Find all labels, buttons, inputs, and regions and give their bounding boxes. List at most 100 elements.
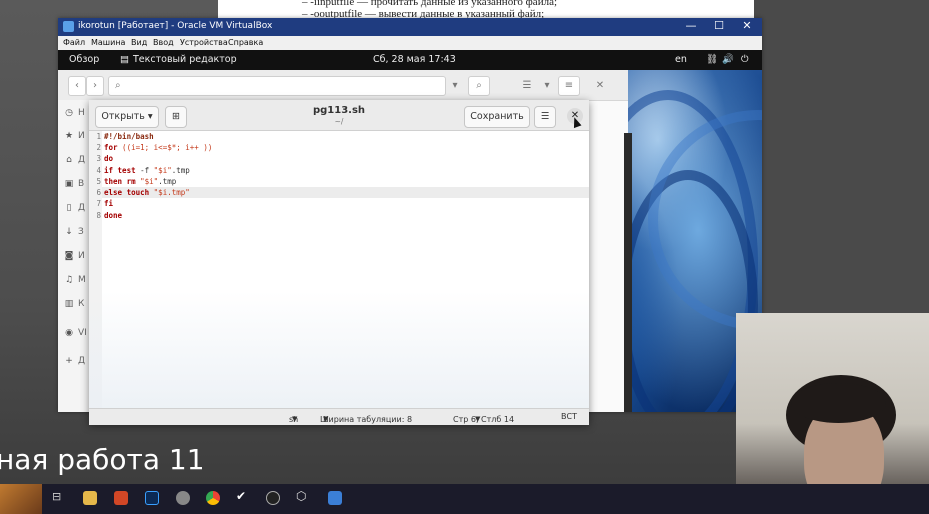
virtualbox-taskbar-icon[interactable] <box>328 491 342 505</box>
code-line: fi <box>104 199 114 208</box>
plus-icon: + <box>65 356 73 366</box>
home-icon: ⌂ <box>66 155 72 165</box>
check-app-icon[interactable]: ✔ <box>236 489 250 503</box>
music-icon: ♫ <box>64 275 74 285</box>
open-button[interactable]: Открыть ▾ <box>95 106 159 128</box>
chevron-down-icon: ▼ <box>323 415 329 423</box>
vbox-titlebar[interactable]: ikorotun [Работает] - Oracle VM VirtualB… <box>58 18 762 36</box>
sidebar-item-starred[interactable]: ★ И <box>64 131 92 147</box>
text-editor-app-icon: ▤ <box>120 54 129 65</box>
folder-icon[interactable] <box>83 491 97 505</box>
menu-machine[interactable]: Машина <box>91 38 125 47</box>
chevron-down-icon: ▾ <box>147 111 153 122</box>
new-tab-button[interactable]: ⊞ <box>165 106 187 128</box>
app-icon[interactable] <box>176 491 190 505</box>
video-icon: ▣ <box>64 179 74 189</box>
sidebar-item-disk[interactable]: ◉ VI <box>64 328 92 344</box>
task-view-icon[interactable]: ⊟ <box>52 490 66 504</box>
sidebar-item-documents[interactable]: ▯ Д <box>64 203 92 219</box>
code-line: then rm "$i".tmp <box>104 177 177 186</box>
code-editor[interactable]: 1 2 3 4 5 6 7 8 #!/bin/bash for ((i=1; i… <box>89 131 589 409</box>
files-headerbar: ‹ › ⌕ ▾ ⌕ ☰ ▾ ≡ ✕ <box>58 70 628 101</box>
code-line: for ((i=1; i<=$*; i++ )) <box>104 143 213 152</box>
star-icon: ★ <box>64 131 74 141</box>
list-view-icon[interactable]: ☰ <box>518 76 536 96</box>
sidebar-item-pictures[interactable]: ◙ И <box>64 251 92 267</box>
back-button[interactable]: ‹ <box>68 76 86 96</box>
line-number: 7 <box>96 199 101 208</box>
3d-app-icon[interactable]: ⬡ <box>296 489 310 503</box>
virtualbox-icon <box>63 21 74 32</box>
gedit-window: Открыть ▾ ⊞ pg113.sh ~/ Сохранить ☰ ✕ 1 … <box>89 100 589 425</box>
clock[interactable]: Сб, 28 мая 17:43 <box>373 54 456 65</box>
files-sidebar: ◷ Н ★ И ⌂ Д ▣ В ▯ Д ↓ З ◙ И ♫ М ▥ К ◉ VI + Д <box>58 100 92 412</box>
vbox-menubar: Файл Машина Вид Ввод Устройства Справка <box>58 36 762 50</box>
document-path: ~/ <box>334 117 344 126</box>
sidebar-item-recent[interactable]: ◷ Н <box>64 108 92 124</box>
chrome-icon[interactable] <box>206 491 220 505</box>
trash-icon: ▥ <box>64 299 74 309</box>
search-icon: ⌕ <box>115 80 121 91</box>
app-menu-label[interactable]: Текстовый редактор <box>133 54 237 65</box>
sidebar-item-trash[interactable]: ▥ К <box>64 299 92 315</box>
sidebar-item-music[interactable]: ♫ М <box>64 275 92 291</box>
line-number: 1 <box>96 132 101 141</box>
power-icon[interactable]: ⏻ <box>741 54 749 65</box>
lab-caption: ная работа 11 <box>0 443 205 476</box>
obs-icon[interactable] <box>266 491 280 505</box>
view-options-icon[interactable]: ▾ <box>538 76 556 96</box>
sidebar-item-home[interactable]: ⌂ Д <box>64 155 92 171</box>
wallpaper-thumbnail <box>0 484 42 514</box>
chevron-down-icon: ▼ <box>292 415 298 423</box>
network-icon[interactable]: ⛓ <box>706 54 718 65</box>
line-number: 8 <box>96 211 101 220</box>
save-button[interactable]: Сохранить <box>464 106 530 128</box>
code-line: if test -f "$i".tmp <box>104 166 190 175</box>
clock-icon: ◷ <box>65 108 73 118</box>
hamburger-menu-button[interactable]: ☰ <box>534 106 556 128</box>
menu-devices[interactable]: Устройства <box>180 38 228 47</box>
photoshop-icon[interactable] <box>145 491 159 505</box>
sidebar-item-other[interactable]: + Д <box>64 356 92 372</box>
vbox-window-title: ikorotun [Работает] - Oracle VM VirtualB… <box>78 21 273 31</box>
disk-icon: ◉ <box>65 328 73 338</box>
maximize-button[interactable]: ☐ <box>705 19 733 32</box>
line-number: 5 <box>96 177 101 186</box>
menu-view[interactable]: Вид <box>131 38 147 47</box>
sidebar-item-video[interactable]: ▣ В <box>64 179 92 195</box>
insert-mode[interactable]: ВСТ <box>561 412 577 421</box>
volume-icon[interactable]: 🔊 <box>722 54 734 65</box>
host-side-panel <box>754 0 929 318</box>
dropdown-icon[interactable]: ▾ <box>444 76 466 96</box>
search-button[interactable]: ⌕ <box>468 76 490 96</box>
menu-icon[interactable]: ≡ <box>558 76 580 96</box>
powerpoint-icon[interactable] <box>114 491 128 505</box>
editor-shadow <box>89 291 589 409</box>
minimize-button[interactable]: — <box>677 19 705 32</box>
code-line: done <box>104 211 123 220</box>
menu-help[interactable]: Справка <box>228 38 263 47</box>
doc-line-1: – -iinputfile — прочитать данные из указ… <box>302 0 558 8</box>
chevron-down-icon: ▼ <box>475 415 481 423</box>
close-window-button[interactable]: ✕ <box>733 19 761 32</box>
document-icon: ▯ <box>66 203 72 213</box>
sidebar-item-downloads[interactable]: ↓ З <box>64 227 92 243</box>
menu-file[interactable]: Файл <box>63 38 85 47</box>
forward-button[interactable]: › <box>86 76 104 96</box>
code-line: #!/bin/bash <box>104 132 154 141</box>
line-number: 6 <box>96 188 101 197</box>
location-bar[interactable]: ⌕ <box>108 76 446 96</box>
document-title: pg113.sh <box>312 105 366 116</box>
background-window-edge <box>624 133 632 412</box>
download-icon: ↓ <box>65 227 73 237</box>
code-line: else touch "$i.tmp" <box>104 188 190 197</box>
close-icon[interactable]: ✕ <box>590 76 610 96</box>
gedit-headerbar: Открыть ▾ ⊞ pg113.sh ~/ Сохранить ☰ ✕ <box>89 100 589 131</box>
gnome-topbar: Обзор ▤ Текстовый редактор Сб, 28 мая 17… <box>58 50 762 70</box>
code-line: do <box>104 154 114 163</box>
line-number: 3 <box>96 154 101 163</box>
line-number: 2 <box>96 143 101 152</box>
activities-button[interactable]: Обзор <box>69 54 99 65</box>
menu-input[interactable]: Ввод <box>153 38 174 47</box>
keyboard-layout[interactable]: en <box>675 54 687 65</box>
